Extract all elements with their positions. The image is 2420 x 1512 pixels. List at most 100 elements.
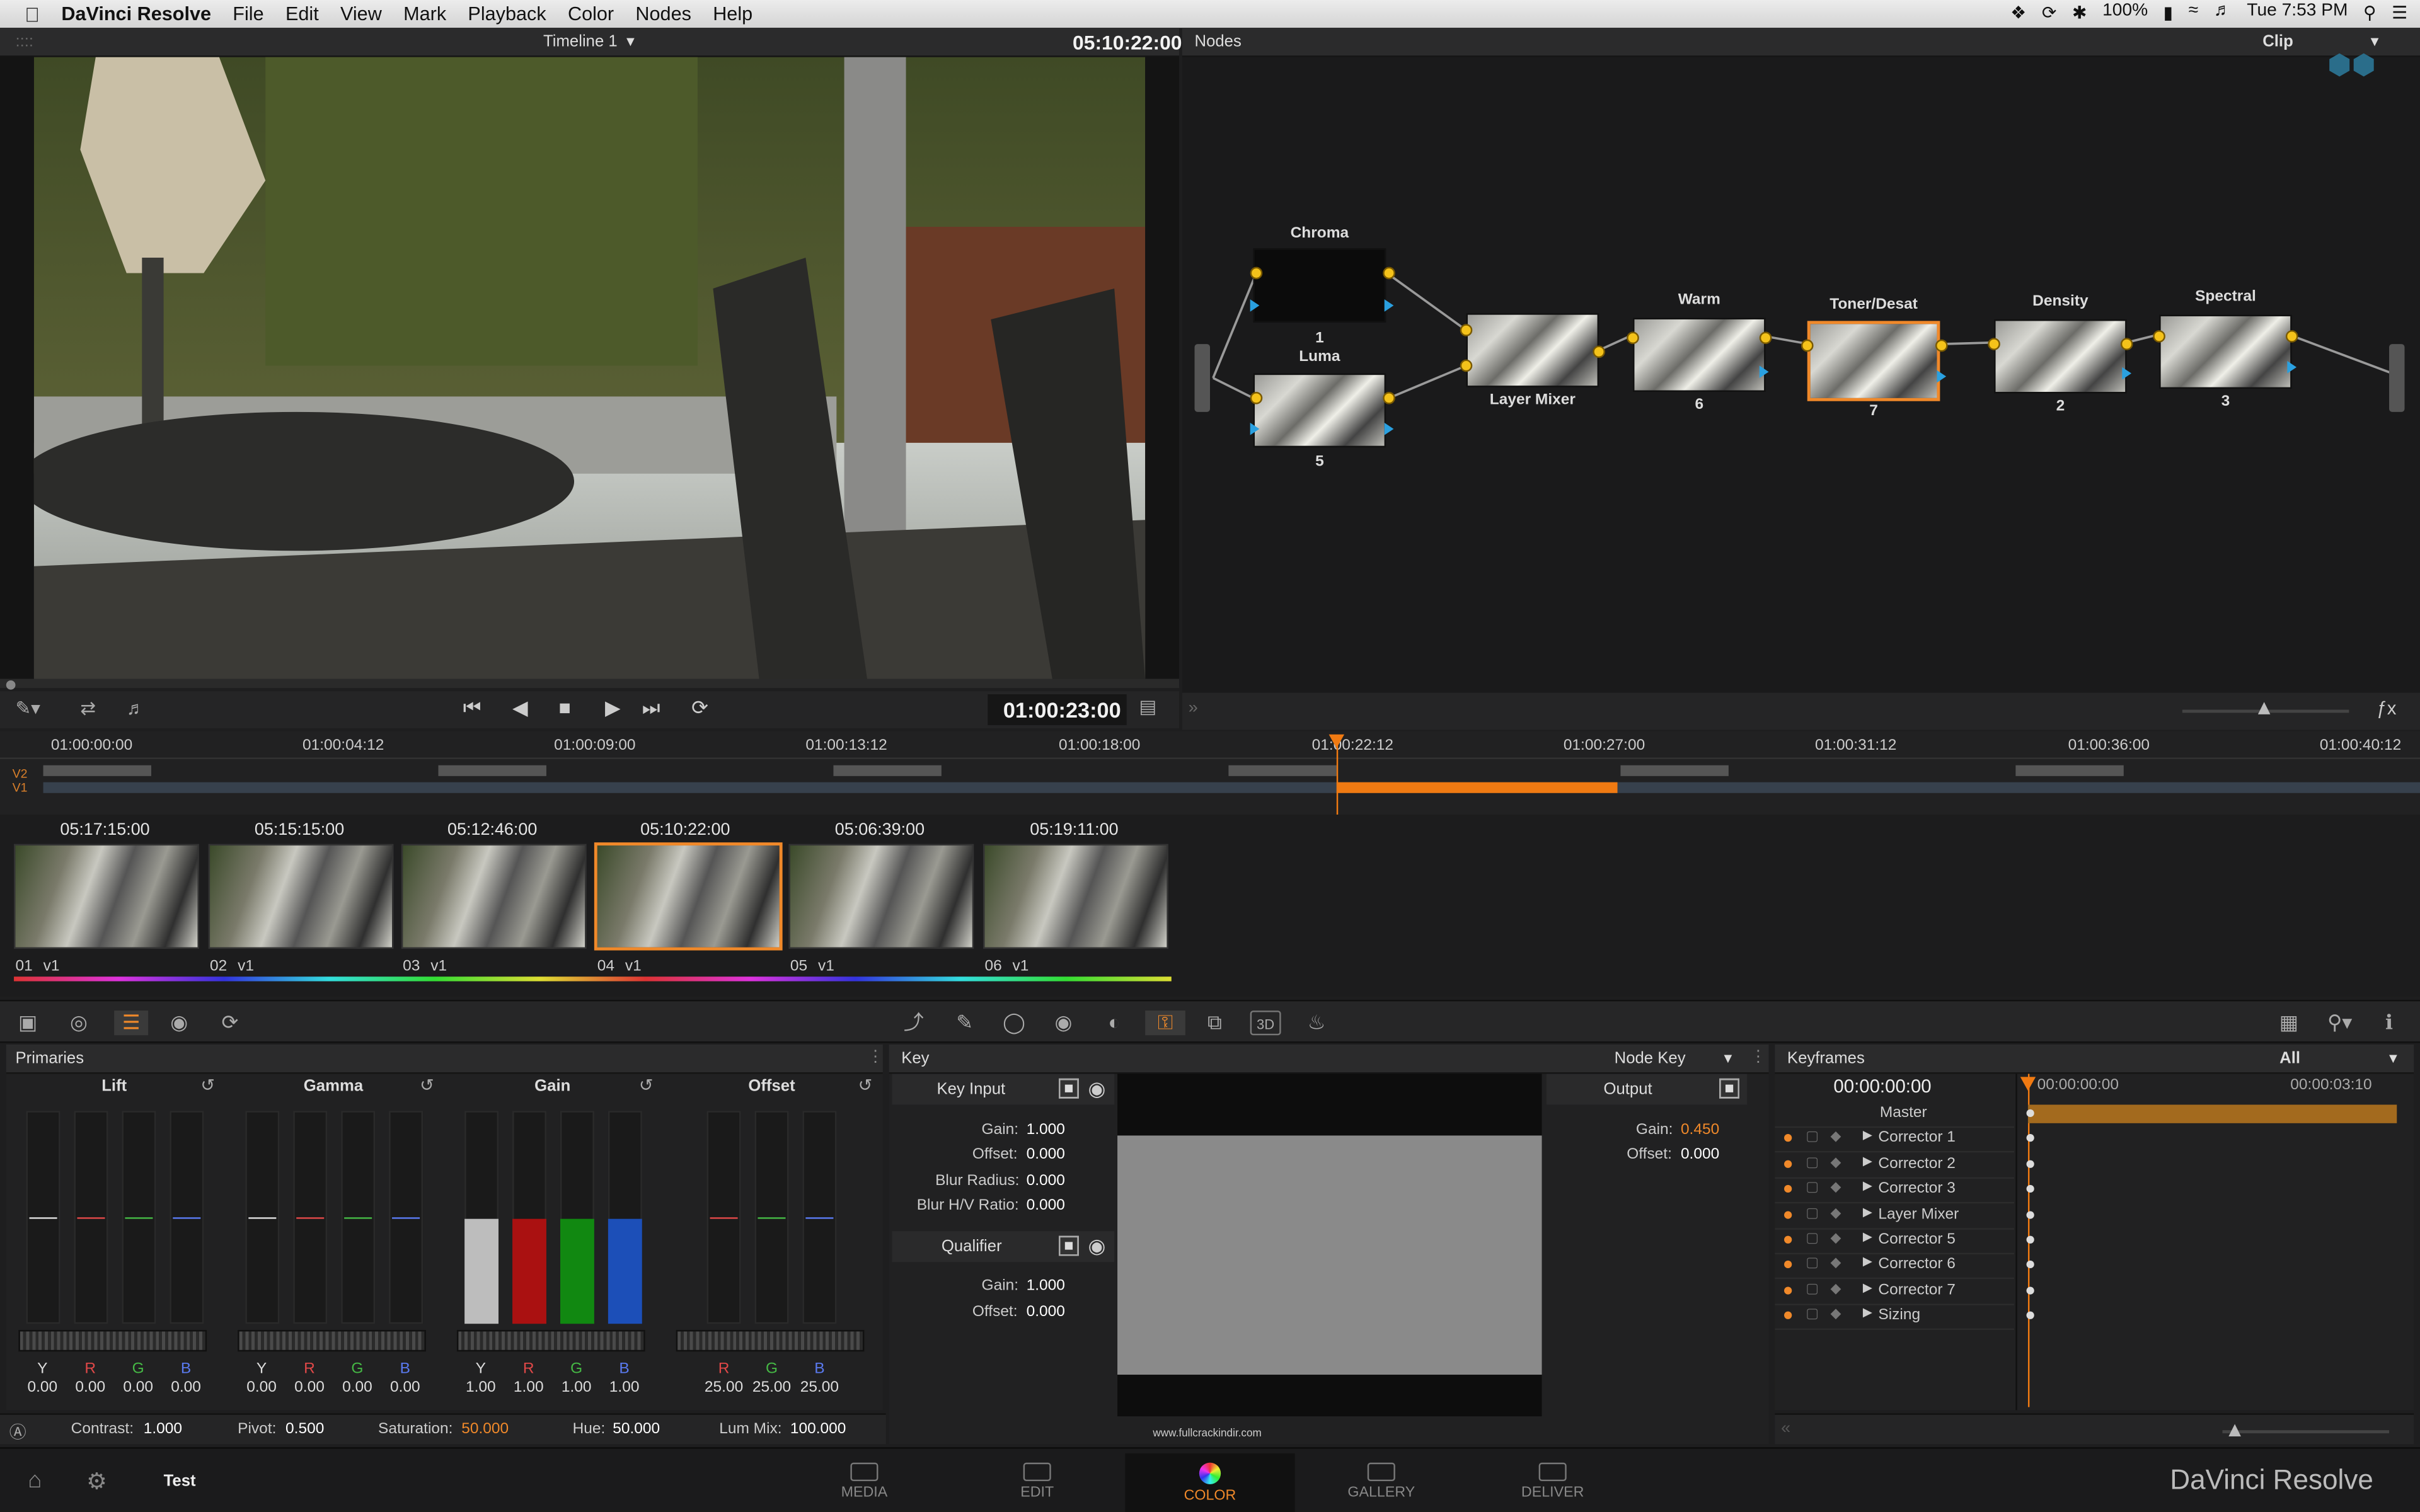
- spotlight-icon[interactable]: ⚲: [2363, 1, 2377, 23]
- expand-triangle-icon[interactable]: ▶: [1863, 1230, 1872, 1244]
- keyframe-row[interactable]: ▢ ◆ ▶ Layer Mixer: [1775, 1203, 2014, 1227]
- dropbox-icon[interactable]: ❖: [2010, 1, 2026, 23]
- blur-hv-value[interactable]: 0.000: [1027, 1197, 1065, 1214]
- expand-triangle-icon[interactable]: ▶: [1863, 1179, 1872, 1193]
- node-input-dot[interactable]: [1988, 338, 2000, 350]
- menu-nodes[interactable]: Nodes: [635, 3, 691, 25]
- zoom-icon[interactable]: ⚲▾: [2323, 1011, 2357, 1035]
- node-input-dot[interactable]: [1627, 331, 1639, 345]
- v2-clip[interactable]: [1620, 765, 1729, 776]
- clip-thumbnail-05[interactable]: [788, 844, 974, 949]
- menu-file[interactable]: File: [233, 3, 263, 25]
- output-offset-value[interactable]: 0.000: [1681, 1147, 1719, 1164]
- gain-bar-g[interactable]: [559, 1218, 594, 1324]
- wifi-icon[interactable]: ≈: [2189, 1, 2198, 23]
- scrubber-handle[interactable]: [6, 680, 16, 690]
- v2-clip[interactable]: [438, 765, 546, 776]
- menu-view[interactable]: View: [340, 3, 382, 25]
- 3d-icon[interactable]: 3D: [1250, 1011, 1281, 1036]
- playhead-handle[interactable]: [1328, 734, 1345, 748]
- master-wheel-jog[interactable]: [238, 1330, 426, 1352]
- keyframe-point[interactable]: [2026, 1160, 2034, 1168]
- reset-icon[interactable]: ↺: [420, 1075, 434, 1095]
- keyframe-row[interactable]: ▢ ◆ ▶ Corrector 7: [1775, 1279, 2014, 1303]
- clip-thumbnail-03[interactable]: [401, 844, 587, 949]
- key-icon[interactable]: ⚿: [1145, 1011, 1185, 1036]
- node-input-handle[interactable]: [1194, 344, 1211, 412]
- node-output-dot[interactable]: [1759, 331, 1772, 345]
- keyframe-bullet-icon[interactable]: [1784, 1286, 1792, 1295]
- channel-value[interactable]: 0.00: [64, 1379, 117, 1396]
- tab-edit[interactable]: EDIT: [968, 1453, 1107, 1512]
- lock-icon[interactable]: ▢: [1806, 1280, 1819, 1297]
- lock-icon[interactable]: ▢: [1806, 1255, 1819, 1272]
- node-mode-select[interactable]: Clip: [2262, 32, 2293, 50]
- keyframe-bullet-icon[interactable]: [1784, 1261, 1792, 1269]
- node-input-dot[interactable]: [1460, 359, 1473, 372]
- v1-track[interactable]: [43, 782, 2420, 793]
- shuffle-icon[interactable]: ⇄: [80, 697, 96, 719]
- viewer-scrubber[interactable]: [0, 679, 1180, 690]
- channel-value[interactable]: 1.00: [598, 1379, 650, 1396]
- motion-icon[interactable]: ⟳: [217, 1011, 242, 1035]
- gain-bar-r[interactable]: [511, 1218, 546, 1324]
- diamond-icon[interactable]: ◆: [1830, 1128, 1841, 1145]
- keyframe-filter-chevron-icon[interactable]: ▾: [2389, 1049, 2397, 1067]
- master-wheel-jog[interactable]: [456, 1330, 645, 1352]
- grid-icon[interactable]: ▦: [2276, 1011, 2301, 1035]
- key-gain-value[interactable]: 1.000: [1027, 1121, 1065, 1138]
- home-icon[interactable]: ⌂: [28, 1467, 42, 1494]
- channel-value[interactable]: 0.00: [379, 1379, 431, 1396]
- app-menu[interactable]: DaVinci Resolve: [61, 3, 211, 25]
- node-output-dot[interactable]: [1935, 339, 1948, 352]
- key-mode-chevron-icon[interactable]: ▾: [1724, 1049, 1732, 1067]
- apple-icon[interactable]: : [25, 3, 40, 26]
- key-output-arrow-icon[interactable]: [1384, 423, 1394, 435]
- node-toner-desat[interactable]: [1807, 321, 1940, 401]
- keyframe-row[interactable]: ▢ ◆ ▶ Corrector 3: [1775, 1177, 2014, 1202]
- loop-icon[interactable]: ⟳: [691, 696, 708, 720]
- v2-clip[interactable]: [833, 765, 942, 776]
- menu-help[interactable]: Help: [713, 3, 752, 25]
- master-wheel-jog[interactable]: [18, 1330, 207, 1352]
- collapse-icon[interactable]: »: [1189, 699, 1198, 717]
- menu-color[interactable]: Color: [568, 3, 614, 25]
- playhead[interactable]: [1336, 737, 1339, 815]
- gain-bar-y[interactable]: [463, 1218, 498, 1324]
- tracker-icon[interactable]: ◉: [1051, 1011, 1076, 1035]
- viewer-image[interactable]: [33, 57, 1146, 681]
- node-output-dot[interactable]: [1593, 345, 1605, 358]
- flame-icon[interactable]: ♨: [1304, 1011, 1328, 1035]
- expand-triangle-icon[interactable]: ▶: [1863, 1128, 1872, 1142]
- v1-current-clip[interactable]: [1336, 782, 1618, 793]
- battery-percent[interactable]: 100%: [2102, 1, 2148, 23]
- lock-icon[interactable]: ▢: [1806, 1128, 1819, 1145]
- master-wheel-jog[interactable]: [676, 1330, 865, 1352]
- lum-mix-value[interactable]: 100.000: [790, 1421, 846, 1438]
- keyframe-row[interactable]: ▢ ◆ ▶ Corrector 6: [1775, 1254, 2014, 1278]
- volume-icon[interactable]: ♬: [2214, 1, 2232, 23]
- lock-icon[interactable]: ▢: [1806, 1179, 1819, 1196]
- auto-balance-icon[interactable]: Ⓐ: [9, 1419, 26, 1444]
- channel-value[interactable]: 0.00: [159, 1379, 212, 1396]
- jump-end-icon[interactable]: ⏭: [642, 696, 660, 720]
- tab-media[interactable]: MEDIA: [795, 1453, 933, 1512]
- node-output-dot[interactable]: [2285, 330, 2298, 343]
- node-input-dot[interactable]: [1801, 339, 1814, 352]
- sync-icon[interactable]: ⟳: [2042, 1, 2057, 23]
- qualifier-gain-value[interactable]: 1.000: [1027, 1278, 1065, 1295]
- menu-mark[interactable]: Mark: [403, 3, 446, 25]
- keyframe-bullet-icon[interactable]: [1784, 1160, 1792, 1168]
- channel-value[interactable]: 0.00: [283, 1379, 335, 1396]
- channel-value[interactable]: 25.00: [793, 1379, 846, 1396]
- lock-icon[interactable]: ▢: [1806, 1205, 1819, 1222]
- fx-icon[interactable]: ƒx: [2377, 697, 2396, 719]
- keyframe-point[interactable]: [2026, 1286, 2034, 1295]
- eyedropper-icon[interactable]: ✎▾: [15, 697, 40, 719]
- keyframe-row[interactable]: ▢ ◆ ▶ Corrector 1: [1775, 1127, 2014, 1152]
- key-offset-value[interactable]: 0.000: [1027, 1147, 1065, 1164]
- rgb-mixer-icon[interactable]: ◉: [166, 1011, 191, 1035]
- key-output-arrow-icon[interactable]: [2122, 367, 2132, 380]
- v2-clip[interactable]: [43, 765, 152, 776]
- channel-value[interactable]: 1.00: [454, 1379, 507, 1396]
